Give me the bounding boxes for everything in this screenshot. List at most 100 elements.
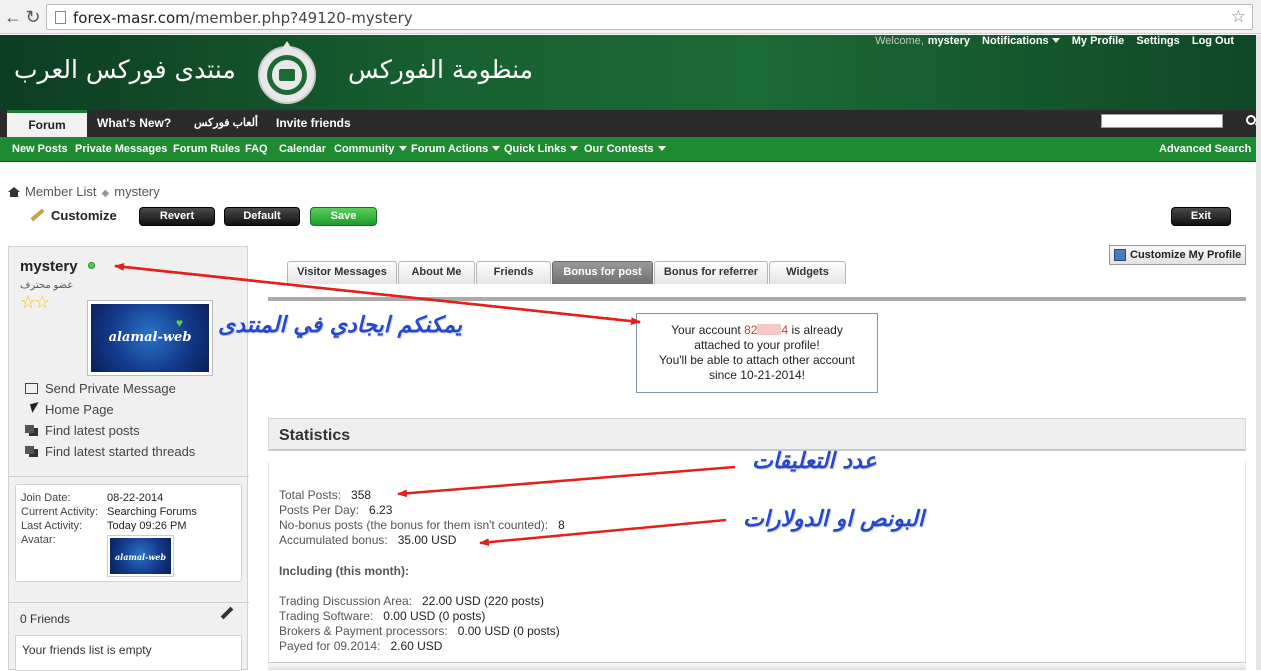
site-title-arabic[interactable]: منتدى فوركس العرب [14, 55, 236, 84]
statistics-header: Statistics [268, 418, 1246, 451]
breadcrumb-separator-icon: ◆ [101, 188, 110, 199]
customize-label[interactable]: Customize [30, 208, 117, 223]
settings-link[interactable]: Settings [1136, 35, 1179, 47]
last-activity-value: Today 09:26 PM [107, 520, 187, 532]
save-button[interactable]: Save [310, 207, 377, 226]
revert-button[interactable]: Revert [139, 207, 215, 226]
divider [9, 476, 249, 477]
brush-icon [30, 208, 45, 222]
url-text: forex-masr.com/member.php?49120-mystery [73, 9, 413, 27]
notifications-menu[interactable]: Notifications [982, 35, 1060, 47]
tab-invite-friends[interactable]: Invite friends [276, 110, 351, 137]
welcome-text: Welcome, [875, 35, 924, 47]
breadcrumb-member-list[interactable]: Member List [25, 184, 97, 199]
member-info-box: Join Date: 08-22-2014 Current Activity: … [15, 484, 242, 582]
total-posts-value: 358 [351, 488, 372, 502]
back-icon[interactable]: ← [2, 6, 24, 28]
page-icon [55, 11, 66, 24]
exit-button[interactable]: Exit [1171, 207, 1231, 226]
avatar-text: alamal-web [108, 329, 192, 345]
notice-line-2: attached to your profile! [694, 338, 820, 352]
bonus-row: Brokers & Payment processors: 0.00 USD (… [279, 624, 560, 638]
tab-widgets[interactable]: Widgets [769, 261, 846, 284]
online-status-icon [88, 262, 95, 269]
bonus-row: Payed for 09.2014: 2.60 USD [279, 639, 443, 653]
statistics-body: Total Posts: 358 Posts Per Day: 6.23 No-… [268, 462, 1246, 670]
profile-username: mystery [20, 258, 78, 275]
tab-bonus-for-post[interactable]: Bonus for post [552, 261, 653, 284]
account-notice: Your account 82 4 is already attached to … [636, 313, 878, 393]
tab-forex-games[interactable]: ألعاب فوركس [194, 110, 258, 137]
address-bar[interactable]: forex-masr.com/member.php?49120-mystery … [46, 4, 1253, 30]
main-navbar: Forum What's New? ألعاب فوركس Invite fri… [0, 110, 1261, 137]
subnav-quick-links[interactable]: Quick Links [504, 137, 579, 161]
tab-bonus-for-referrer[interactable]: Bonus for referrer [654, 261, 768, 284]
total-posts-row: Total Posts: 358 [279, 488, 372, 502]
send-private-message-link[interactable]: Send Private Message [25, 378, 195, 399]
accumulated-bonus-row: Accumulated bonus: 35.00 USD [279, 533, 457, 547]
subnav-forum-rules[interactable]: Forum Rules [173, 137, 240, 161]
friends-count: 0 Friends [20, 612, 71, 626]
customize-icon [1114, 249, 1126, 261]
chevron-down-icon [657, 146, 666, 151]
subnav-private-messages[interactable]: Private Messages [75, 137, 167, 161]
default-button[interactable]: Default [224, 207, 300, 226]
posts-per-day-row: Posts Per Day: 6.23 [279, 503, 393, 517]
posts-per-day-value: 6.23 [369, 503, 393, 517]
avatar-thumbnail[interactable]: alamal-web [107, 535, 174, 577]
subnav-new-posts[interactable]: New Posts [12, 137, 68, 161]
accumulated-bonus-value: 35.00 USD [397, 533, 457, 547]
site-header: منتدى فوركس العرب منظومة الفوركس Welcome… [0, 35, 1261, 110]
redacted-mark [757, 324, 782, 335]
customize-my-profile-button[interactable]: Customize My Profile [1109, 245, 1246, 265]
profile-sidebar: mystery عضو محترف ☆☆ ♥ alamal-web Send Pr… [8, 246, 249, 671]
join-date-value: 08-22-2014 [107, 492, 164, 504]
chevron-down-icon [492, 146, 501, 151]
tab-whats-new[interactable]: What's New? [97, 110, 171, 137]
emblem-logo[interactable] [252, 38, 322, 108]
subnav-advanced-search[interactable]: Advanced Search [1159, 137, 1251, 161]
scrollbar[interactable] [1256, 35, 1261, 670]
posts-icon [25, 425, 38, 436]
including-heading: Including (this month): [279, 564, 409, 578]
breadcrumb-current: mystery [114, 184, 160, 199]
avatar[interactable]: ♥ alamal-web [87, 300, 213, 376]
find-latest-threads-link[interactable]: Find latest started threads [25, 441, 195, 462]
tab-about-me[interactable]: About Me [398, 261, 475, 284]
subnav-calendar[interactable]: Calendar [279, 137, 326, 161]
tab-visitor-messages[interactable]: Visitor Messages [287, 261, 397, 284]
user-bar: Welcome, mystery Notifications My Profile… [866, 35, 1234, 49]
annotation-comment-count: عدد التعليقات [752, 448, 877, 474]
no-bonus-posts-value: 8 [558, 518, 565, 532]
browser-toolbar: ← ↻ forex-masr.com/member.php?49120-myst… [0, 0, 1261, 34]
current-activity-label: Current Activity: [21, 506, 99, 518]
threads-icon [25, 446, 38, 457]
tab-forum[interactable]: Forum [7, 110, 87, 137]
my-profile-link[interactable]: My Profile [1072, 35, 1125, 47]
bottom-scroll-edge [268, 662, 1246, 670]
rank-stars-icon: ☆☆ [20, 292, 50, 312]
last-activity-label: Last Activity: [21, 520, 83, 532]
tab-friends[interactable]: Friends [476, 261, 551, 284]
bookmark-star-icon[interactable]: ☆ [1231, 7, 1246, 27]
avatar-label: Avatar: [21, 534, 56, 546]
reload-icon[interactable]: ↻ [22, 6, 44, 28]
search-input[interactable] [1101, 114, 1223, 128]
annotation-find-user: يمكنكم ايجادي في المنتدى [218, 312, 462, 338]
subnav-our-contests[interactable]: Our Contests [584, 137, 666, 161]
logout-link[interactable]: Log Out [1192, 35, 1234, 47]
find-latest-posts-link[interactable]: Find latest posts [25, 420, 195, 441]
home-icon[interactable] [8, 187, 20, 197]
join-date-label: Join Date: [21, 492, 71, 504]
friends-list: Your friends list is empty [15, 635, 242, 671]
annotation-bonus: البونص او الدولارات [743, 506, 924, 532]
username-link[interactable]: mystery [928, 35, 970, 47]
bonus-row: Trading Software: 0.00 USD (0 posts) [279, 609, 486, 623]
subnav-forum-actions[interactable]: Forum Actions [411, 137, 501, 161]
search-icon[interactable] [1246, 115, 1256, 125]
subnav-community[interactable]: Community [334, 137, 407, 161]
edit-pencil-icon[interactable] [220, 606, 234, 620]
subnav-faq[interactable]: FAQ [245, 137, 268, 161]
home-page-link[interactable]: Home Page [25, 399, 195, 420]
user-rank: عضو محترف [20, 280, 74, 291]
